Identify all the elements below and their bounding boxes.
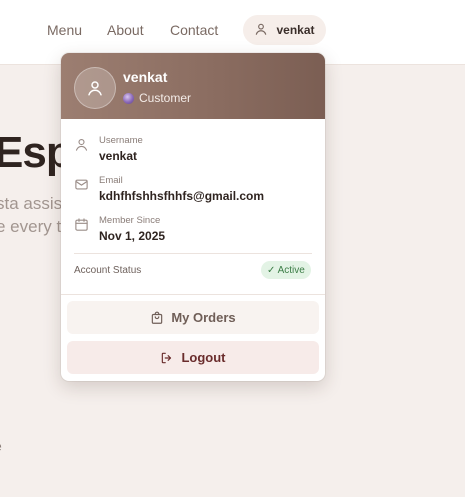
username-label: Username [99, 135, 143, 146]
user-menu-button[interactable]: venkat [243, 15, 326, 45]
hero-subtitle-line-2: e every ti [0, 217, 65, 236]
user-menu-label: venkat [276, 23, 315, 37]
customer-badge-icon [123, 92, 134, 104]
logout-label: Logout [181, 350, 226, 365]
user-icon [74, 137, 89, 152]
logout-icon [160, 351, 174, 365]
logout-button[interactable]: Logout [67, 341, 319, 374]
my-orders-button[interactable]: My Orders [67, 301, 319, 334]
avatar-user-icon [86, 79, 104, 97]
username-value: venkat [99, 149, 138, 163]
member-since-value: Nov 1, 2025 [99, 229, 166, 243]
info-row-member-since: Member Since Nov 1, 2025 [74, 215, 314, 249]
info-row-email: Email kdhfhfshhsfhhfs@gmail.com [74, 175, 314, 209]
user-icon [254, 22, 268, 39]
nav-menu-link[interactable]: Menu [47, 22, 82, 38]
user-dropdown: venkat Customer Username venkat Email kd… [61, 53, 325, 381]
hero-subtitle-line-1: sta assist [0, 194, 67, 213]
calendar-icon [74, 217, 89, 232]
info-row-username: Username venkat [74, 135, 314, 169]
email-label: Email [99, 175, 123, 186]
nav-contact-link[interactable]: Contact [170, 22, 218, 38]
mail-icon [74, 177, 89, 192]
shopping-bag-icon [150, 311, 164, 325]
dropdown-role: Customer [123, 91, 191, 105]
account-status-label: Account Status [74, 265, 142, 276]
avatar [74, 67, 116, 109]
dropdown-header: venkat Customer [61, 53, 325, 119]
member-since-label: Member Since [99, 215, 161, 226]
status-badge: ✓ Active [261, 261, 311, 279]
email-value: kdhfhfshhsfhhfs@gmail.com [99, 189, 265, 203]
role-label: Customer [139, 91, 192, 105]
divider [74, 253, 312, 254]
hero-footnote: e [0, 438, 2, 454]
divider [61, 294, 325, 295]
my-orders-label: My Orders [171, 310, 236, 325]
dropdown-username: venkat [123, 69, 168, 85]
nav-about-link[interactable]: About [107, 22, 144, 38]
